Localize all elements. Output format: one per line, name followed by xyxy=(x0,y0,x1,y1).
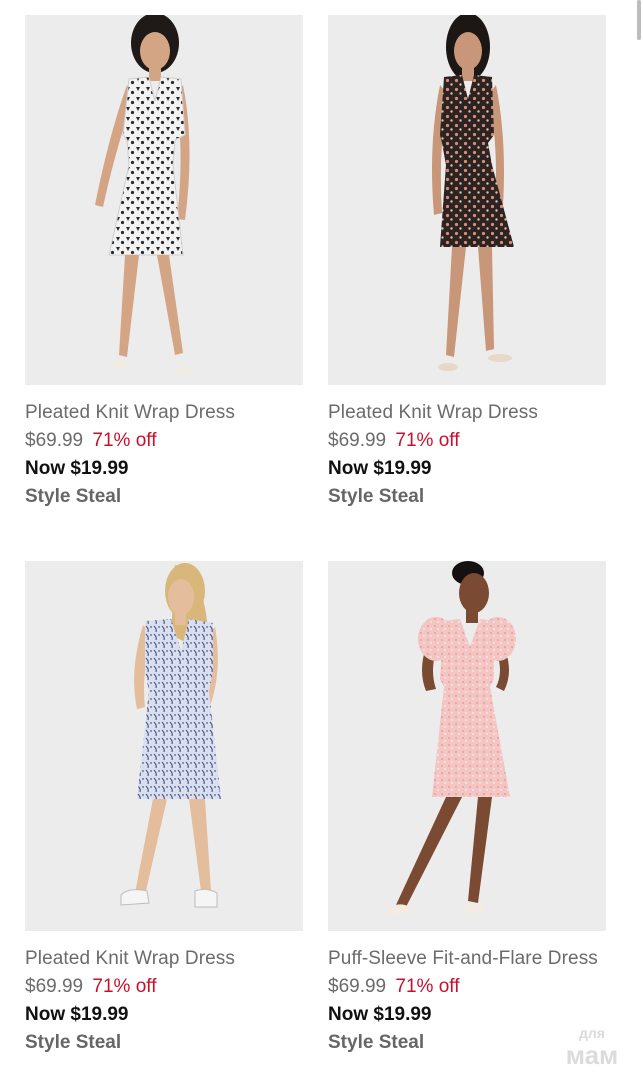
price-line: $69.99 71% off xyxy=(25,973,303,1001)
price-line: $69.99 71% off xyxy=(328,427,606,455)
sale-price: Now $19.99 xyxy=(25,458,129,479)
product-name[interactable]: Pleated Knit Wrap Dress xyxy=(25,945,303,973)
product-name[interactable]: Pleated Knit Wrap Dress xyxy=(25,399,303,427)
original-price: $69.99 xyxy=(328,976,387,997)
svg-text:для: для xyxy=(579,1025,605,1041)
promo-tag: Style Steal xyxy=(328,486,425,507)
product-card[interactable]: Pleated Knit Wrap Dress $69.99 71% off N… xyxy=(25,561,303,1057)
product-image[interactable] xyxy=(25,15,303,385)
discount-label: 71% off xyxy=(92,976,157,997)
svg-text:мам: мам xyxy=(566,1040,619,1068)
discount-label: 71% off xyxy=(395,430,460,451)
price-line: $69.99 71% off xyxy=(25,427,303,455)
watermark-logo: для мам xyxy=(566,1025,619,1068)
promo-tag: Style Steal xyxy=(25,486,122,507)
scrollbar[interactable] xyxy=(637,0,641,40)
product-card[interactable]: Pleated Knit Wrap Dress $69.99 71% off N… xyxy=(25,15,303,511)
product-name[interactable]: Pleated Knit Wrap Dress xyxy=(328,399,606,427)
original-price: $69.99 xyxy=(328,430,387,451)
product-image[interactable] xyxy=(25,561,303,931)
discount-label: 71% off xyxy=(395,976,460,997)
price-line: $69.99 71% off xyxy=(328,973,606,1001)
sale-price: Now $19.99 xyxy=(328,458,432,479)
product-image[interactable] xyxy=(328,15,606,385)
promo-tag: Style Steal xyxy=(25,1032,122,1053)
sale-price: Now $19.99 xyxy=(25,1004,129,1025)
product-card[interactable]: Pleated Knit Wrap Dress $69.99 71% off N… xyxy=(328,15,606,511)
product-image[interactable] xyxy=(328,561,606,931)
product-card[interactable]: Puff-Sleeve Fit-and-Flare Dress $69.99 7… xyxy=(328,561,606,1057)
original-price: $69.99 xyxy=(25,430,84,451)
discount-label: 71% off xyxy=(92,430,157,451)
product-name[interactable]: Puff-Sleeve Fit-and-Flare Dress xyxy=(328,945,606,973)
original-price: $69.99 xyxy=(25,976,84,997)
